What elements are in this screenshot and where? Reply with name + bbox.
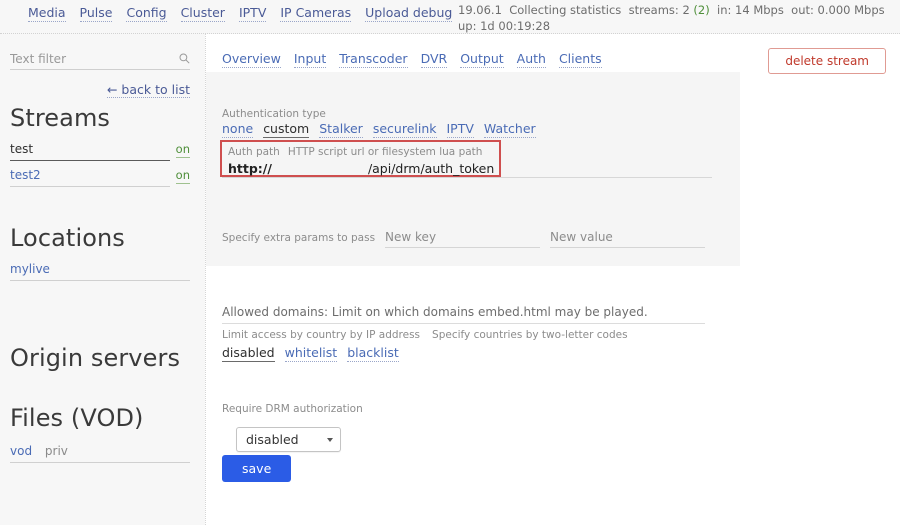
allowed-domains-hint: Allowed domains: Limit on which domains … — [222, 305, 705, 324]
auth-type-option-securelink[interactable]: securelink — [372, 121, 437, 138]
top-bar: Media Pulse Config Cluster IPTV IP Camer… — [0, 0, 900, 34]
status-streams-active: (2) — [693, 3, 710, 17]
tab-auth[interactable]: Auth — [516, 51, 546, 68]
extra-params-label: Specify extra params to pass — [222, 232, 376, 244]
country-option-disabled[interactable]: disabled — [222, 345, 275, 362]
country-option-whitelist[interactable]: whitelist — [284, 345, 338, 362]
main-content: Overview Input Transcoder DVR Output Aut… — [206, 34, 900, 525]
files-vod-section-title: Files (VOD) — [10, 404, 144, 432]
country-limit-options: disabled whitelist blacklist — [222, 345, 628, 362]
status-version: 19.06.1 — [458, 3, 502, 17]
stream-status-test[interactable]: on — [175, 142, 190, 158]
status-streams-label: streams: — [628, 3, 679, 17]
tab-clients[interactable]: Clients — [558, 51, 602, 68]
file-label-priv: priv — [44, 444, 68, 458]
search-input[interactable] — [10, 52, 170, 66]
streams-section-title: Streams — [10, 104, 111, 132]
stream-link-test[interactable]: test — [10, 142, 170, 161]
auth-path-value-prefix: http:// — [228, 161, 272, 176]
tab-transcoder[interactable]: Transcoder — [339, 51, 408, 68]
auth-path-underline — [222, 177, 712, 178]
drm-authorization-group: Require DRM authorization disabled — [222, 403, 363, 452]
stream-row-test[interactable]: test on — [10, 142, 190, 161]
auth-type-option-custom[interactable]: custom — [263, 121, 310, 138]
auth-path-value-suffix: /api/drm/auth_token — [367, 161, 495, 176]
drm-authorization-selected-value: disabled — [246, 432, 299, 447]
nav-item-upload-debug[interactable]: Upload debug — [365, 6, 453, 22]
auth-type-option-stalker[interactable]: Stalker — [319, 121, 363, 138]
chevron-down-icon — [327, 437, 333, 442]
status-bitrate-in: in: 14 Mbps — [717, 3, 784, 17]
drm-authorization-select[interactable]: disabled — [236, 427, 341, 452]
nav-item-media[interactable]: Media — [28, 6, 66, 22]
nav-item-config[interactable]: Config — [126, 6, 167, 22]
tab-output[interactable]: Output — [460, 51, 504, 68]
files-row[interactable]: vod priv — [10, 444, 190, 463]
nav-item-ip-cameras[interactable]: IP Cameras — [280, 6, 352, 22]
nav-item-pulse[interactable]: Pulse — [79, 6, 113, 22]
global-navigation: Media Pulse Config Cluster IPTV IP Camer… — [28, 6, 453, 22]
country-limit-hint: Specify countries by two-letter codes — [432, 329, 628, 341]
auth-type-option-iptv[interactable]: IPTV — [446, 121, 474, 138]
status-uptime: up: 1d 00:19:28 — [458, 19, 551, 33]
extra-params-group: Specify extra params to pass — [222, 230, 706, 248]
nav-item-cluster[interactable]: Cluster — [180, 6, 225, 22]
extra-param-value-input[interactable] — [550, 230, 706, 248]
origin-servers-section-title: Origin servers — [10, 344, 181, 372]
status-bar: 19.06.1 Collecting statistics streams: 2… — [458, 0, 888, 34]
auth-type-option-none[interactable]: none — [222, 121, 254, 138]
stream-link-test2[interactable]: test2 — [10, 168, 170, 187]
authentication-type-options: none custom Stalker securelink IPTV Watc… — [222, 121, 536, 138]
text-filter[interactable] — [10, 52, 190, 70]
extra-param-key-input[interactable] — [385, 230, 541, 248]
nav-item-iptv[interactable]: IPTV — [238, 6, 267, 22]
auth-path-value[interactable]: http:// /api/drm/auth_token — [228, 161, 499, 176]
auth-path-labels: Auth path HTTP script url or filesystem … — [228, 146, 499, 159]
tab-dvr[interactable]: DVR — [420, 51, 448, 68]
status-streams-count: 2 — [682, 3, 690, 17]
authentication-type-label: Authentication type — [222, 108, 326, 120]
status-collecting: Collecting statistics — [509, 3, 622, 17]
locations-section-title: Locations — [10, 224, 125, 252]
stream-tabs: Overview Input Transcoder DVR Output Aut… — [222, 51, 602, 68]
authentication-type-group: Authentication type none custom Stalker … — [222, 108, 536, 138]
country-option-blacklist[interactable]: blacklist — [347, 345, 399, 362]
location-row-mylive[interactable]: mylive — [10, 262, 190, 281]
country-limit-label: Limit access by country by IP address — [222, 329, 421, 341]
back-to-list-link[interactable]: ← back to list — [106, 82, 190, 98]
save-button[interactable]: save — [222, 455, 292, 482]
tab-overview[interactable]: Overview — [222, 51, 281, 68]
file-link-vod[interactable]: vod — [10, 444, 32, 458]
delete-stream-button[interactable]: delete stream — [768, 48, 886, 74]
auth-path-redacted-host — [271, 162, 368, 173]
country-limit-labels: Limit access by country by IP address Sp… — [222, 329, 628, 342]
status-bitrate-out: out: 0.000 Mbps — [791, 3, 885, 17]
search-icon — [179, 53, 190, 64]
tab-input[interactable]: Input — [293, 51, 327, 68]
stream-row-test2[interactable]: test2 on — [10, 168, 190, 187]
sidebar: ← back to list Streams test on test2 on … — [0, 34, 205, 525]
auth-path-highlight-box[interactable]: Auth path HTTP script url or filesystem … — [220, 140, 501, 177]
auth-type-option-watcher[interactable]: Watcher — [483, 121, 536, 138]
drm-authorization-label: Require DRM authorization — [222, 403, 363, 415]
stream-status-test2[interactable]: on — [175, 168, 190, 184]
country-limit-group: Limit access by country by IP address Sp… — [222, 329, 628, 362]
location-link-mylive[interactable]: mylive — [10, 262, 50, 276]
auth-path-hint: HTTP script url or filesystem lua path — [287, 146, 483, 158]
auth-path-label: Auth path — [228, 146, 280, 158]
